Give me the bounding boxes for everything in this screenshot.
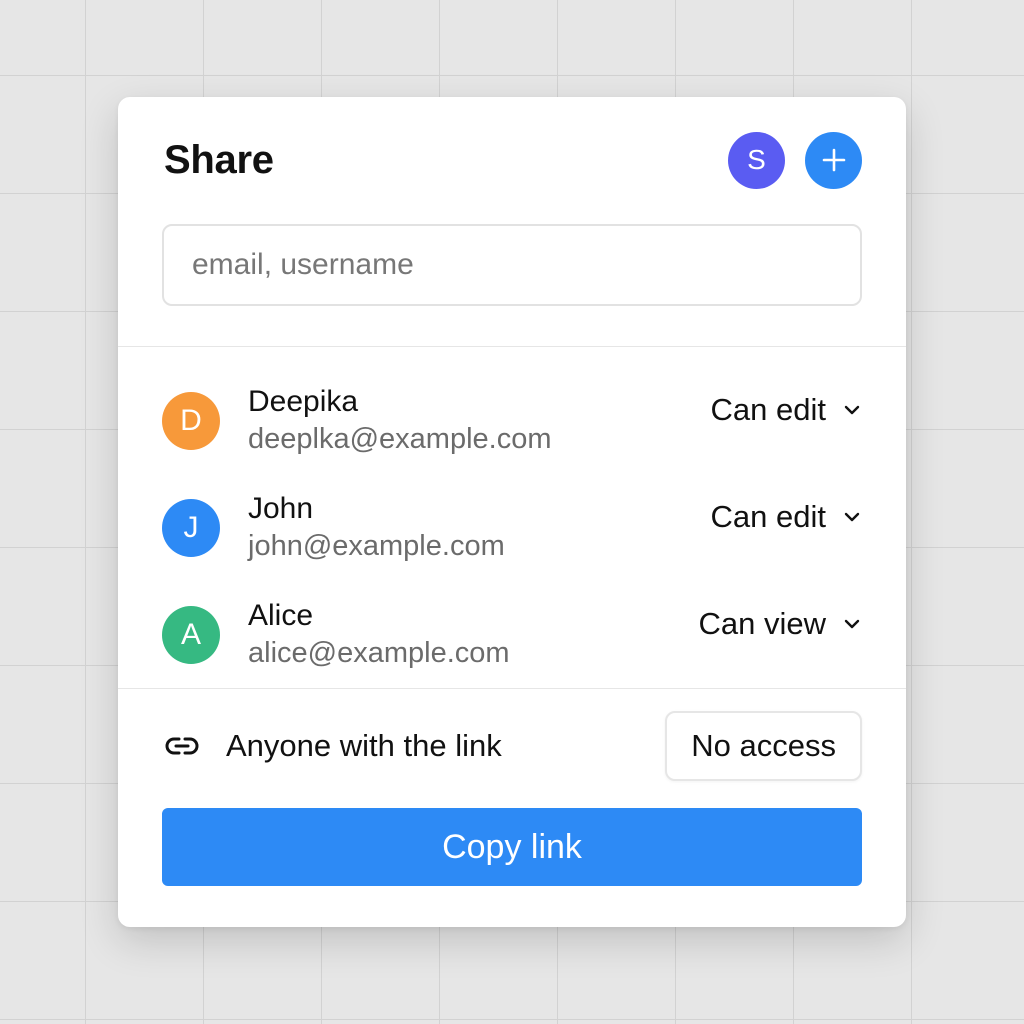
- role-label: Can edit: [710, 498, 826, 534]
- owner-avatar[interactable]: S: [728, 131, 785, 189]
- role-dropdown[interactable]: Can edit: [711, 392, 862, 428]
- divider: [118, 688, 906, 689]
- role-dropdown[interactable]: Can view: [699, 606, 863, 642]
- member-email: john@example.com: [248, 530, 505, 562]
- link-icon: [162, 726, 202, 766]
- role-dropdown[interactable]: Can edit: [711, 499, 862, 535]
- member-list: D Deepika deeplka@example.com Can edit J…: [162, 367, 862, 688]
- member-row: D Deepika deeplka@example.com Can edit: [162, 367, 862, 474]
- member-name: Alice: [248, 599, 314, 632]
- member-avatar: D: [162, 391, 220, 450]
- copy-link-button[interactable]: Copy link: [162, 808, 862, 886]
- divider: [118, 346, 906, 347]
- member-email: deeplka@example.com: [248, 423, 552, 455]
- member-email: alice@example.com: [248, 637, 510, 669]
- chevron-down-icon: [844, 512, 860, 521]
- member-avatar: A: [162, 605, 220, 664]
- chevron-down-icon: [844, 619, 860, 628]
- role-label: Can edit: [710, 391, 826, 427]
- link-access-label: Anyone with the link: [226, 728, 502, 763]
- plus-icon: [822, 148, 845, 172]
- role-label: Can view: [698, 605, 827, 641]
- header-actions: S: [728, 131, 862, 189]
- search-input[interactable]: [162, 224, 862, 306]
- member-row: A Alice alice@example.com Can view: [162, 581, 862, 688]
- member-info: Alice alice@example.com: [248, 599, 699, 670]
- dialog-title: Share: [164, 137, 274, 182]
- link-access-dropdown[interactable]: No access: [665, 711, 862, 781]
- member-name: Deepika: [248, 385, 359, 418]
- member-row: J John john@example.com Can edit: [162, 474, 862, 581]
- member-info: Deepika deeplka@example.com: [248, 385, 711, 456]
- add-people-button[interactable]: [805, 131, 862, 189]
- share-dialog: Share S D Deepika deeplka@example.com Ca…: [118, 97, 906, 927]
- link-access-row: Anyone with the link No access: [162, 710, 862, 782]
- member-name: John: [248, 492, 314, 525]
- chevron-down-icon: [844, 405, 860, 414]
- member-info: John john@example.com: [248, 492, 711, 563]
- member-avatar: J: [162, 498, 220, 557]
- dialog-header: Share S: [164, 130, 862, 190]
